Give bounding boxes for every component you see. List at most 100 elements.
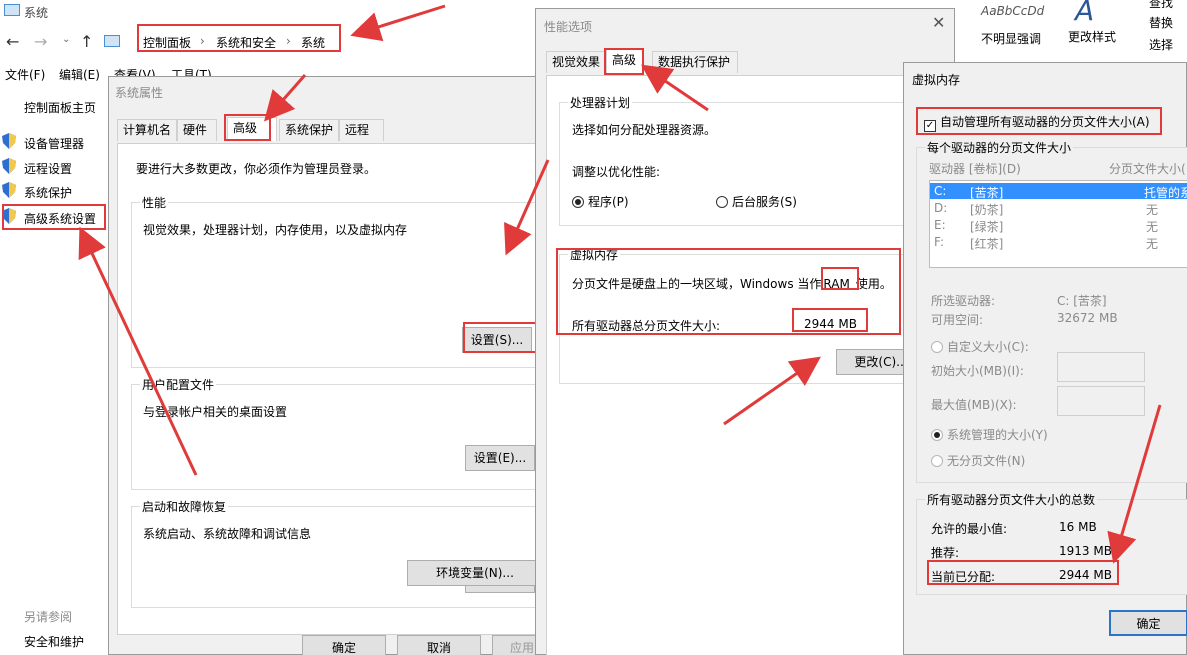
radio-label: 后台服务(S) (732, 195, 797, 209)
free-space-label: 可用空间: (931, 313, 984, 327)
dialog-title: 系统属性 (115, 86, 164, 100)
radio-no-paging[interactable]: 无分页文件(N) (931, 452, 1071, 468)
explorer-titlebar: 系统 (0, 0, 535, 24)
performance-options-dialog: 性能选项 ✕ 视觉效果 高级 数据执行保护 处理器计划 选择如何分配处理器资源。… (535, 8, 957, 655)
startup-recovery-group: 启动和故障恢复 系统启动、系统故障和调试信息 设置(T)... (131, 498, 551, 608)
recommended-value: 1913 MB (1059, 544, 1112, 558)
group-desc: 视觉效果，处理器计划，内存使用，以及虚拟内存 (143, 223, 408, 237)
sidebar-item-protection[interactable]: 系统保护 (2, 182, 102, 200)
change-styles-icon[interactable]: A (1075, 0, 1094, 27)
radio-system-managed[interactable]: 系统管理的大小(Y) (931, 426, 1071, 442)
initial-size-input[interactable] (1057, 352, 1145, 382)
system-properties-dialog: 系统属性 计算机名 硬件 高级 系统保护 远程 要进行大多数更改，你必须作为管理… (108, 76, 552, 655)
group-desc: 选择如何分配处理器资源。 (572, 123, 717, 137)
drive-list[interactable]: C: [苦茶] 托管的系 D: [奶茶] 无 E: [绿茶] 无 F: [红茶]… (929, 180, 1187, 268)
radio-programs[interactable]: 程序(P) (572, 193, 652, 209)
shield-icon (2, 158, 16, 174)
radio-label: 无分页文件(N) (947, 454, 1026, 468)
virtual-memory-dialog: 虚拟内存 ✓ 自动管理所有驱动器的分页文件大小(A) 每个驱动器的分页文件大小 驱… (903, 62, 1187, 655)
tab-strip: 视觉效果 高级 数据执行保护 (546, 49, 876, 75)
list-item[interactable]: F: [红茶] 无 (930, 234, 1187, 251)
sidebar-item-label: 设备管理器 (24, 137, 85, 151)
radio-custom-size[interactable]: 自定义大小(C): (931, 338, 1051, 354)
radio-label: 程序(P) (588, 195, 629, 209)
replace-label[interactable]: 替换 (1149, 14, 1173, 31)
computer-icon (4, 4, 20, 16)
ram-highlight (821, 267, 859, 290)
style-name[interactable]: 不明显强调 (981, 30, 1041, 47)
selected-drive-value: C: [苦茶] (1057, 294, 1107, 308)
window-title: 系统 (24, 6, 49, 20)
group-title: 性能 (140, 194, 169, 211)
close-icon[interactable]: ✕ (932, 13, 945, 32)
radio-background-services[interactable]: 后台服务(S) (716, 193, 816, 209)
menu-edit[interactable]: 编辑(E) (59, 66, 100, 83)
address-computer-icon (104, 35, 120, 47)
tab-panel: 处理器计划 选择如何分配处理器资源。 调整以优化性能: 程序(P) 后台服务(S… (546, 75, 957, 655)
style-sample[interactable]: AaBbCcDd (981, 4, 1044, 18)
list-item[interactable]: E: [绿茶] 无 (930, 217, 1187, 234)
menu-file[interactable]: 文件(F) (5, 66, 45, 83)
highlight-box (2, 204, 106, 230)
up-icon[interactable]: ↑ (80, 32, 93, 51)
initial-size-label: 初始大小(MB)(I): (931, 364, 1024, 378)
back-icon[interactable]: ← (6, 32, 19, 51)
group-desc: 系统启动、系统故障和调试信息 (143, 527, 312, 541)
ok-button[interactable]: 确定 (302, 635, 386, 655)
group-title: 启动和故障恢复 (140, 498, 229, 515)
tab-visual-effects[interactable]: 视觉效果 (546, 51, 606, 73)
shield-icon (2, 182, 16, 198)
cancel-button[interactable]: 取消 (397, 635, 481, 655)
group-title: 处理器计划 (568, 94, 633, 111)
admin-note: 要进行大多数更改，你必须作为管理员登录。 (136, 162, 377, 176)
radio-dot (931, 455, 943, 467)
user-profile-group: 用户配置文件 与登录帐户相关的桌面设置 设置(E)... (131, 376, 551, 490)
find-label[interactable]: 查找 (1149, 0, 1173, 11)
current-highlight (927, 560, 1119, 585)
select-label[interactable]: 选择 (1149, 36, 1173, 53)
processor-scheduling-group: 处理器计划 选择如何分配处理器资源。 调整以优化性能: 程序(P) 后台服务(S… (559, 94, 957, 226)
max-size-label: 最大值(MB)(X): (931, 398, 1017, 412)
see-also-link[interactable]: 安全和维护 (24, 633, 84, 650)
recommended-label: 推荐: (931, 546, 960, 560)
max-size-input[interactable] (1057, 386, 1145, 416)
radio-dot (931, 429, 943, 441)
change-styles-label[interactable]: 更改样式 (1068, 28, 1116, 45)
tab-panel: 要进行大多数更改，你必须作为管理员登录。 性能 视觉效果，处理器计划，内存使用，… (117, 143, 551, 635)
tab-highlight (224, 114, 271, 141)
recent-dropdown-icon[interactable]: ⌄ (62, 34, 70, 45)
column-drive: 驱动器 [卷标](D) (929, 162, 1021, 176)
radio-label: 自定义大小(C): (947, 340, 1029, 354)
dialog-title: 性能选项 (544, 20, 593, 34)
ok-button[interactable]: 确定 (1109, 610, 1187, 636)
group-title: 用户配置文件 (140, 376, 217, 393)
sidebar-item-remote[interactable]: 远程设置 (2, 158, 102, 176)
tab-hardware[interactable]: 硬件 (177, 119, 217, 141)
group-title: 所有驱动器分页文件大小的总数 (925, 491, 1098, 508)
dialog-title: 虚拟内存 (912, 73, 961, 87)
sidebar-item-device-manager[interactable]: 设备管理器 (2, 133, 102, 151)
tab-system-protection[interactable]: 系统保护 (279, 119, 339, 141)
tab-computer-name[interactable]: 计算机名 (117, 119, 177, 141)
tab-remote[interactable]: 远程 (339, 119, 384, 141)
group-desc: 与登录帐户相关的桌面设置 (143, 405, 288, 419)
min-label: 允许的最小值: (931, 522, 1008, 536)
list-item[interactable]: D: [奶茶] 无 (930, 200, 1187, 217)
see-also-heading: 另请参阅 (24, 610, 73, 624)
list-item[interactable]: C: [苦茶] 托管的系 (930, 183, 1187, 200)
radio-label: 系统管理的大小(Y) (947, 428, 1048, 442)
sidebar-item-label: 系统保护 (24, 186, 73, 200)
adjust-label: 调整以优化性能: (572, 165, 661, 179)
sidebar-home-link[interactable]: 控制面板主页 (24, 99, 96, 116)
tab-dep[interactable]: 数据执行保护 (652, 51, 738, 73)
profile-settings-button[interactable]: 设置(E)... (465, 445, 535, 471)
shield-icon (2, 133, 16, 149)
tab-highlight (604, 48, 644, 75)
environment-variables-button[interactable]: 环境变量(N)... (407, 560, 543, 586)
forward-icon[interactable]: → (34, 32, 47, 51)
free-space-value: 32672 MB (1057, 311, 1118, 325)
selected-drive-label: 所选驱动器: (931, 294, 996, 308)
sidebar-item-label: 远程设置 (24, 162, 73, 176)
total-highlight (792, 308, 868, 332)
radio-dot (931, 341, 943, 353)
